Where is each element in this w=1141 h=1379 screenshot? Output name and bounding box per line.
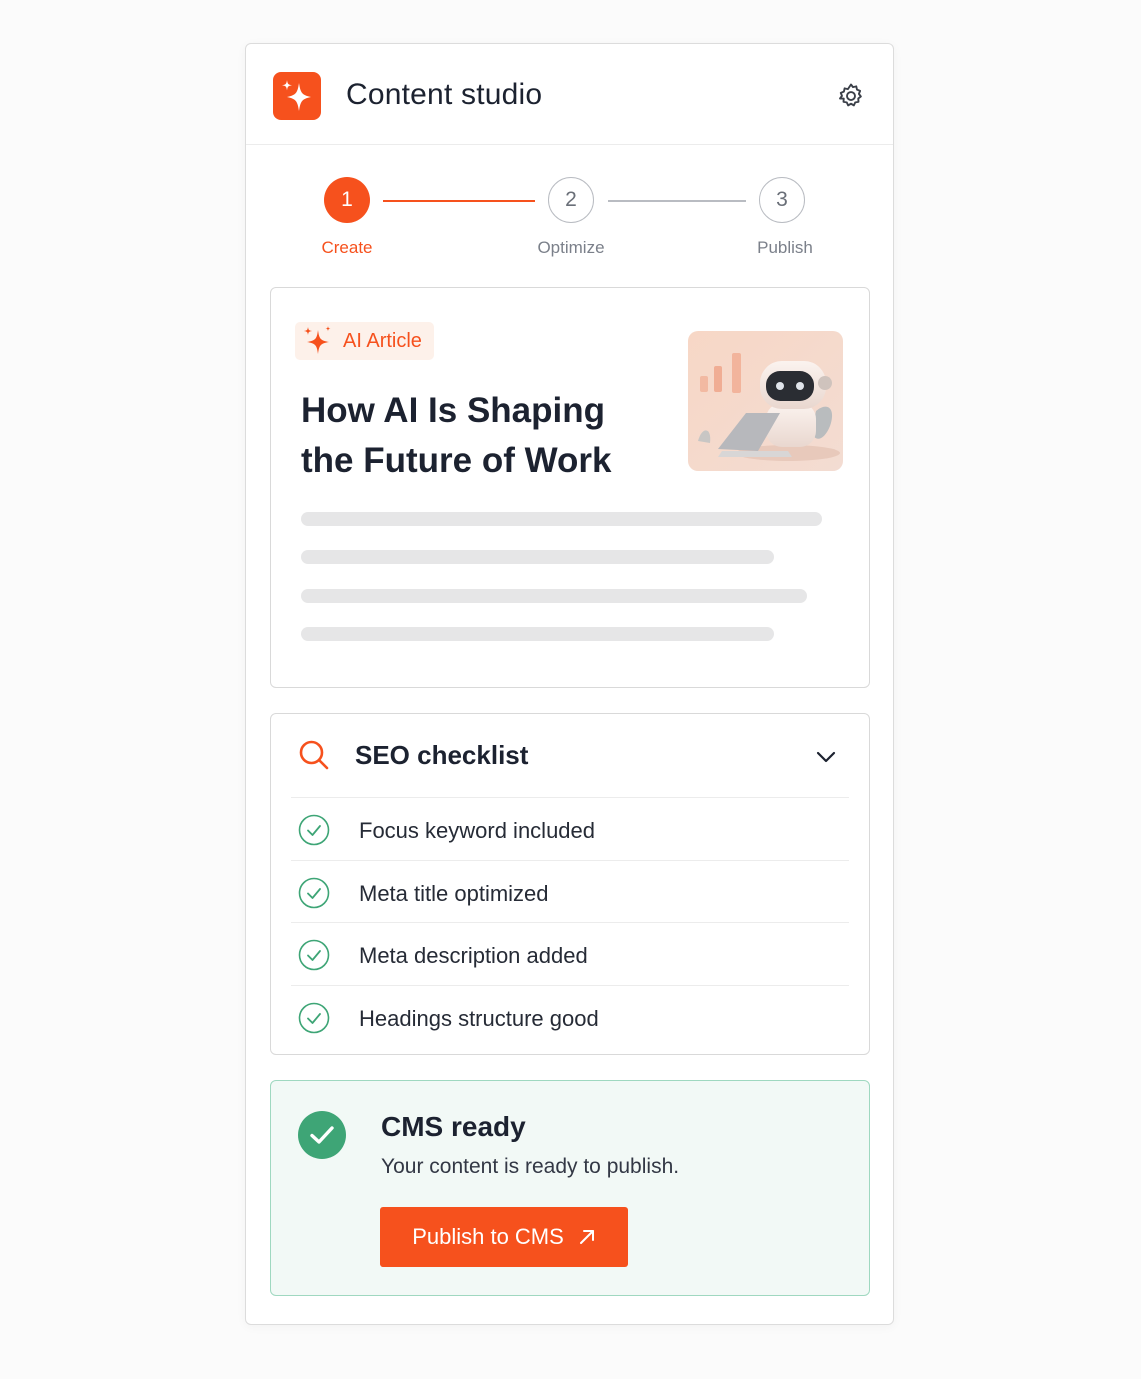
progress-stepper: 1 2 3 Create Optimize Publish xyxy=(246,145,893,287)
publish-to-cms-button[interactable]: Publish to CMS xyxy=(380,1207,628,1267)
checklist-item: Meta title optimized xyxy=(291,861,849,923)
cms-ready-title: CMS ready xyxy=(381,1111,526,1142)
article-card[interactable]: AI Article How AI Is Shaping the Future … xyxy=(270,287,870,688)
text-placeholder-line xyxy=(301,627,774,641)
check-circle-icon xyxy=(298,877,330,908)
step-3-circle[interactable]: 3 xyxy=(759,177,805,223)
publish-button-label: Publish to CMS xyxy=(412,1224,564,1249)
checklist-item: Focus keyword included xyxy=(291,798,849,861)
checklist-item-label: Headings structure good xyxy=(359,1005,599,1031)
gear-icon[interactable] xyxy=(836,81,866,111)
arrow-up-right-icon xyxy=(579,1230,594,1244)
checklist-item-label: Meta description added xyxy=(359,943,588,968)
checklist-item-label: Meta title optimized xyxy=(359,880,549,906)
panel-header: Content studio xyxy=(246,44,893,145)
search-icon xyxy=(299,740,329,770)
step-1-label: Create xyxy=(321,238,373,257)
app-logo xyxy=(273,72,321,120)
text-placeholder-line xyxy=(301,550,774,564)
chevron-down-icon[interactable] xyxy=(815,746,837,768)
article-thumbnail xyxy=(688,331,843,471)
text-placeholder-line xyxy=(301,512,822,526)
check-circle-icon xyxy=(298,939,330,971)
step-3-label: Publish xyxy=(757,238,813,257)
check-circle-icon xyxy=(298,1002,330,1033)
text-placeholder-line xyxy=(301,589,807,603)
app-title: Content studio xyxy=(346,78,543,111)
seo-checklist-title: SEO checklist xyxy=(355,740,529,770)
step-1-circle[interactable]: 1 xyxy=(324,177,370,223)
seo-checklist-header[interactable]: SEO checklist xyxy=(271,714,869,797)
cms-ready-card: CMS ready Your content is ready to publi… xyxy=(270,1080,870,1296)
check-circle-icon xyxy=(298,1111,346,1159)
content-studio-panel: Content studio 1 2 3 Create Optimize Pub… xyxy=(245,43,894,1325)
ai-article-badge: AI Article xyxy=(295,322,434,360)
step-2-label: Optimize xyxy=(537,238,605,257)
seo-checklist-card: SEO checklist Focus keyword included Met… xyxy=(270,713,870,1055)
badge-label: AI Article xyxy=(343,329,422,352)
checklist-item: Headings structure good xyxy=(291,986,849,1049)
check-circle-icon xyxy=(298,814,330,846)
sparkle-icon xyxy=(282,80,311,111)
sparkle-icon xyxy=(304,326,331,354)
cms-ready-subtitle: Your content is ready to publish. xyxy=(381,1155,680,1178)
step-connector-1 xyxy=(383,200,535,202)
checklist-item: Meta description added xyxy=(291,923,849,986)
article-title: How AI Is Shaping the Future of Work xyxy=(301,391,612,480)
seo-checklist-items: Focus keyword included Meta title optimi… xyxy=(291,797,849,1048)
step-2-circle[interactable]: 2 xyxy=(548,177,594,223)
step-connector-2 xyxy=(608,200,746,202)
checklist-item-label: Focus keyword included xyxy=(359,818,596,843)
